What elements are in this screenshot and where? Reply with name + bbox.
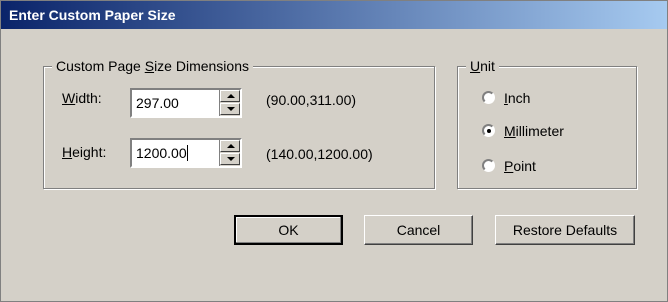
- width-spinbox[interactable]: 297.00: [130, 88, 242, 118]
- height-label: Height:: [62, 143, 106, 161]
- radio-point[interactable]: Point: [482, 157, 602, 177]
- height-input-value: 1200.00: [136, 145, 187, 161]
- width-increment-button[interactable]: [220, 90, 240, 102]
- unit-legend-mnemonic: U: [470, 58, 481, 74]
- restore-defaults-button[interactable]: Restore Defaults: [495, 215, 635, 245]
- radio-millimeter-indicator[interactable]: [482, 124, 495, 137]
- legend-text-3: ize Dimensions: [154, 58, 249, 74]
- custom-paper-size-dialog: Enter Custom Paper Size Custom Page Size…: [0, 0, 668, 302]
- arrow-up-icon: [227, 144, 235, 148]
- width-spin-buttons: [219, 90, 240, 116]
- height-label-mnemonic: H: [62, 144, 73, 160]
- radio-inch[interactable]: Inch: [482, 89, 602, 109]
- unit-group-legend: Unit: [466, 58, 499, 74]
- radio-point-text: oint: [513, 158, 536, 174]
- width-label: Width:: [62, 89, 102, 107]
- radio-millimeter[interactable]: Millimeter: [482, 122, 612, 142]
- legend-text-1: Custom Page: [56, 58, 145, 74]
- title-bar: Enter Custom Paper Size: [1, 1, 667, 29]
- text-caret: [186, 145, 188, 161]
- width-label-text: idth:: [75, 90, 102, 106]
- unit-group: Unit Inch Millimeter Point: [457, 58, 637, 189]
- radio-point-indicator[interactable]: [482, 159, 495, 172]
- arrow-down-icon: [227, 107, 235, 111]
- height-increment-button[interactable]: [220, 140, 240, 152]
- radio-millimeter-mnemonic: M: [504, 123, 516, 139]
- legend-text-2: S: [144, 58, 155, 74]
- arrow-up-icon: [227, 94, 235, 98]
- radio-inch-text: nch: [507, 90, 531, 106]
- radio-point-label: Point: [504, 157, 536, 175]
- height-input[interactable]: 1200.00: [136, 144, 188, 162]
- radio-point-mnemonic: P: [504, 158, 514, 174]
- cancel-button[interactable]: Cancel: [364, 215, 473, 245]
- dimensions-group-legend: Custom Page Size Dimensions: [52, 58, 253, 74]
- radio-inch-indicator[interactable]: [482, 91, 495, 104]
- arrow-down-icon: [227, 157, 235, 161]
- height-spinbox[interactable]: 1200.00: [130, 138, 242, 168]
- height-label-text: eight:: [72, 144, 107, 160]
- height-range: (140.00,1200.00): [266, 146, 373, 162]
- unit-legend-text: nit: [480, 58, 495, 74]
- width-label-mnemonic: W: [62, 90, 76, 106]
- window-title: Enter Custom Paper Size: [9, 7, 176, 23]
- dimensions-group: Custom Page Size Dimensions Width: 297.0…: [43, 58, 435, 189]
- height-spin-buttons: [219, 140, 240, 166]
- width-input[interactable]: 297.00: [136, 94, 179, 112]
- radio-millimeter-label: Millimeter: [504, 122, 564, 140]
- width-decrement-button[interactable]: [220, 103, 240, 115]
- radio-millimeter-text: illimeter: [515, 123, 564, 139]
- radio-inch-label: Inch: [504, 89, 530, 107]
- ok-button[interactable]: OK: [234, 215, 343, 245]
- height-decrement-button[interactable]: [220, 153, 240, 165]
- width-range: (90.00,311.00): [266, 92, 357, 108]
- radio-selected-dot: [486, 128, 491, 133]
